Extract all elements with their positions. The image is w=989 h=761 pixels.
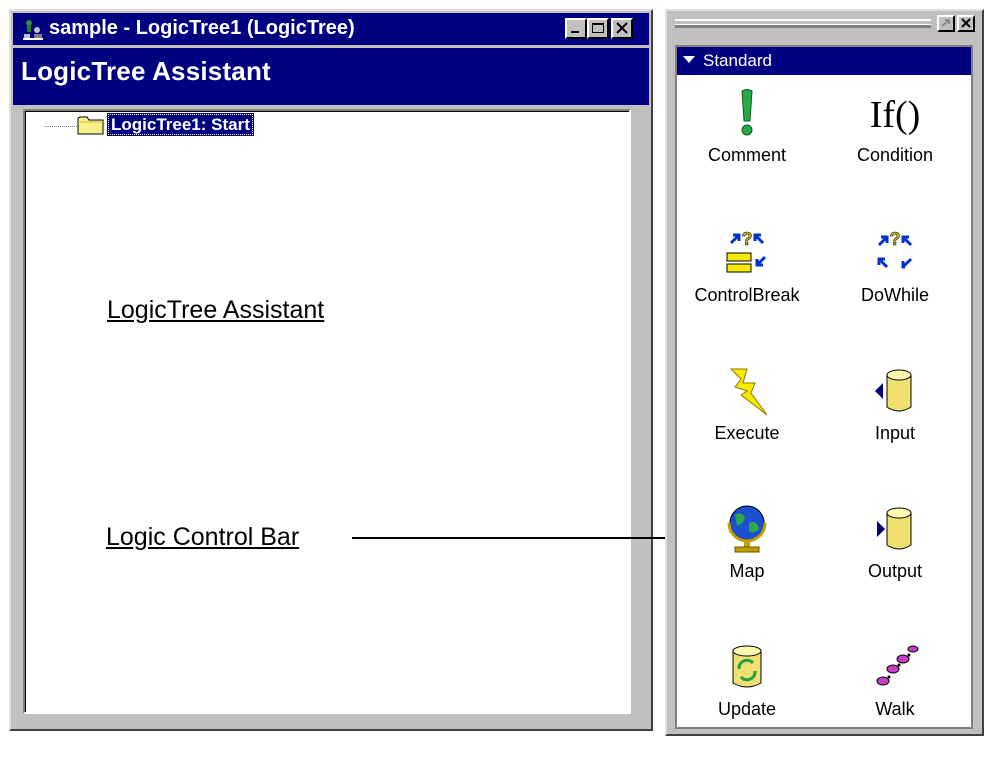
minimize-icon	[571, 31, 579, 33]
tool-label: Walk	[875, 699, 915, 719]
svg-text:?: ?	[890, 229, 901, 249]
if-icon: If()	[870, 94, 921, 136]
tool-output[interactable]: Output	[825, 503, 965, 623]
tool-label: DoWhile	[860, 285, 930, 305]
update-icon	[732, 645, 762, 688]
output-cylinder-icon	[877, 507, 912, 550]
logic-control-bar: Standard Comment If() Condition ? Contro…	[665, 9, 984, 736]
tool-condition[interactable]: If() Condition	[825, 87, 965, 207]
tool-map[interactable]: Map	[677, 503, 817, 623]
control-break-icon: ?	[726, 229, 767, 273]
annotation-logictree-assistant: LogicTree Assistant	[107, 296, 325, 324]
lightning-icon	[729, 368, 768, 416]
maximize-button[interactable]	[587, 18, 609, 39]
input-cylinder-icon	[875, 369, 912, 412]
assistant-title: LogicTree Assistant	[21, 56, 271, 86]
collapse-triangle-icon	[683, 56, 695, 63]
svg-text:?: ?	[742, 229, 753, 249]
section-label: Standard	[703, 51, 772, 70]
tool-label: Execute	[714, 423, 780, 443]
app-icon	[23, 20, 43, 40]
folder-icon	[77, 116, 104, 135]
tool-label: ControlBreak	[694, 285, 800, 305]
tool-label: Output	[867, 561, 923, 581]
globe-icon	[727, 505, 767, 553]
bar-maximize-button[interactable]	[937, 15, 955, 32]
tree-node-start[interactable]: LogicTree1: Start	[107, 113, 254, 136]
do-while-icon: ?	[877, 229, 913, 269]
title-bar[interactable]: sample - LogicTree1 (LogicTree)	[13, 13, 649, 45]
tool-palette: Standard Comment If() Condition ? Contro…	[675, 45, 973, 729]
tool-comment[interactable]: Comment	[677, 87, 817, 207]
close-icon	[961, 18, 971, 28]
tool-dowhile[interactable]: ? DoWhile	[825, 227, 965, 347]
footprints-icon	[876, 645, 919, 686]
close-icon	[616, 22, 628, 34]
assistant-header: LogicTree Assistant	[13, 48, 649, 105]
logictree-window: sample - LogicTree1 (LogicTree) LogicTre…	[9, 9, 653, 731]
minimize-button[interactable]	[565, 18, 587, 39]
tool-label: Condition	[856, 145, 934, 165]
maximize-icon	[592, 23, 604, 33]
tool-update[interactable]: Update	[677, 641, 817, 761]
logic-tree-view[interactable]: LogicTree1: Start	[23, 109, 631, 714]
tool-walk[interactable]: Walk	[825, 641, 965, 761]
tool-label: Input	[874, 423, 916, 443]
svg-text:If(): If()	[870, 94, 921, 136]
tool-label: Comment	[707, 145, 787, 165]
bar-close-button[interactable]	[957, 15, 975, 32]
section-header-standard[interactable]: Standard	[677, 47, 971, 75]
tool-label: Update	[717, 699, 777, 719]
tool-label: Map	[729, 561, 765, 581]
exclamation-icon	[741, 89, 753, 136]
maximize-icon	[941, 19, 950, 27]
tool-controlbreak[interactable]: ? ControlBreak	[677, 227, 817, 347]
annotation-logic-control-bar: Logic Control Bar	[106, 523, 300, 551]
close-button[interactable]	[611, 18, 633, 39]
window-title: sample - LogicTree1 (LogicTree)	[49, 17, 355, 39]
tool-input[interactable]: Input	[825, 365, 965, 485]
tree-connector	[45, 126, 77, 127]
tool-execute[interactable]: Execute	[677, 365, 817, 485]
callout-arrow	[352, 530, 698, 546]
drag-grip[interactable]	[675, 19, 931, 28]
